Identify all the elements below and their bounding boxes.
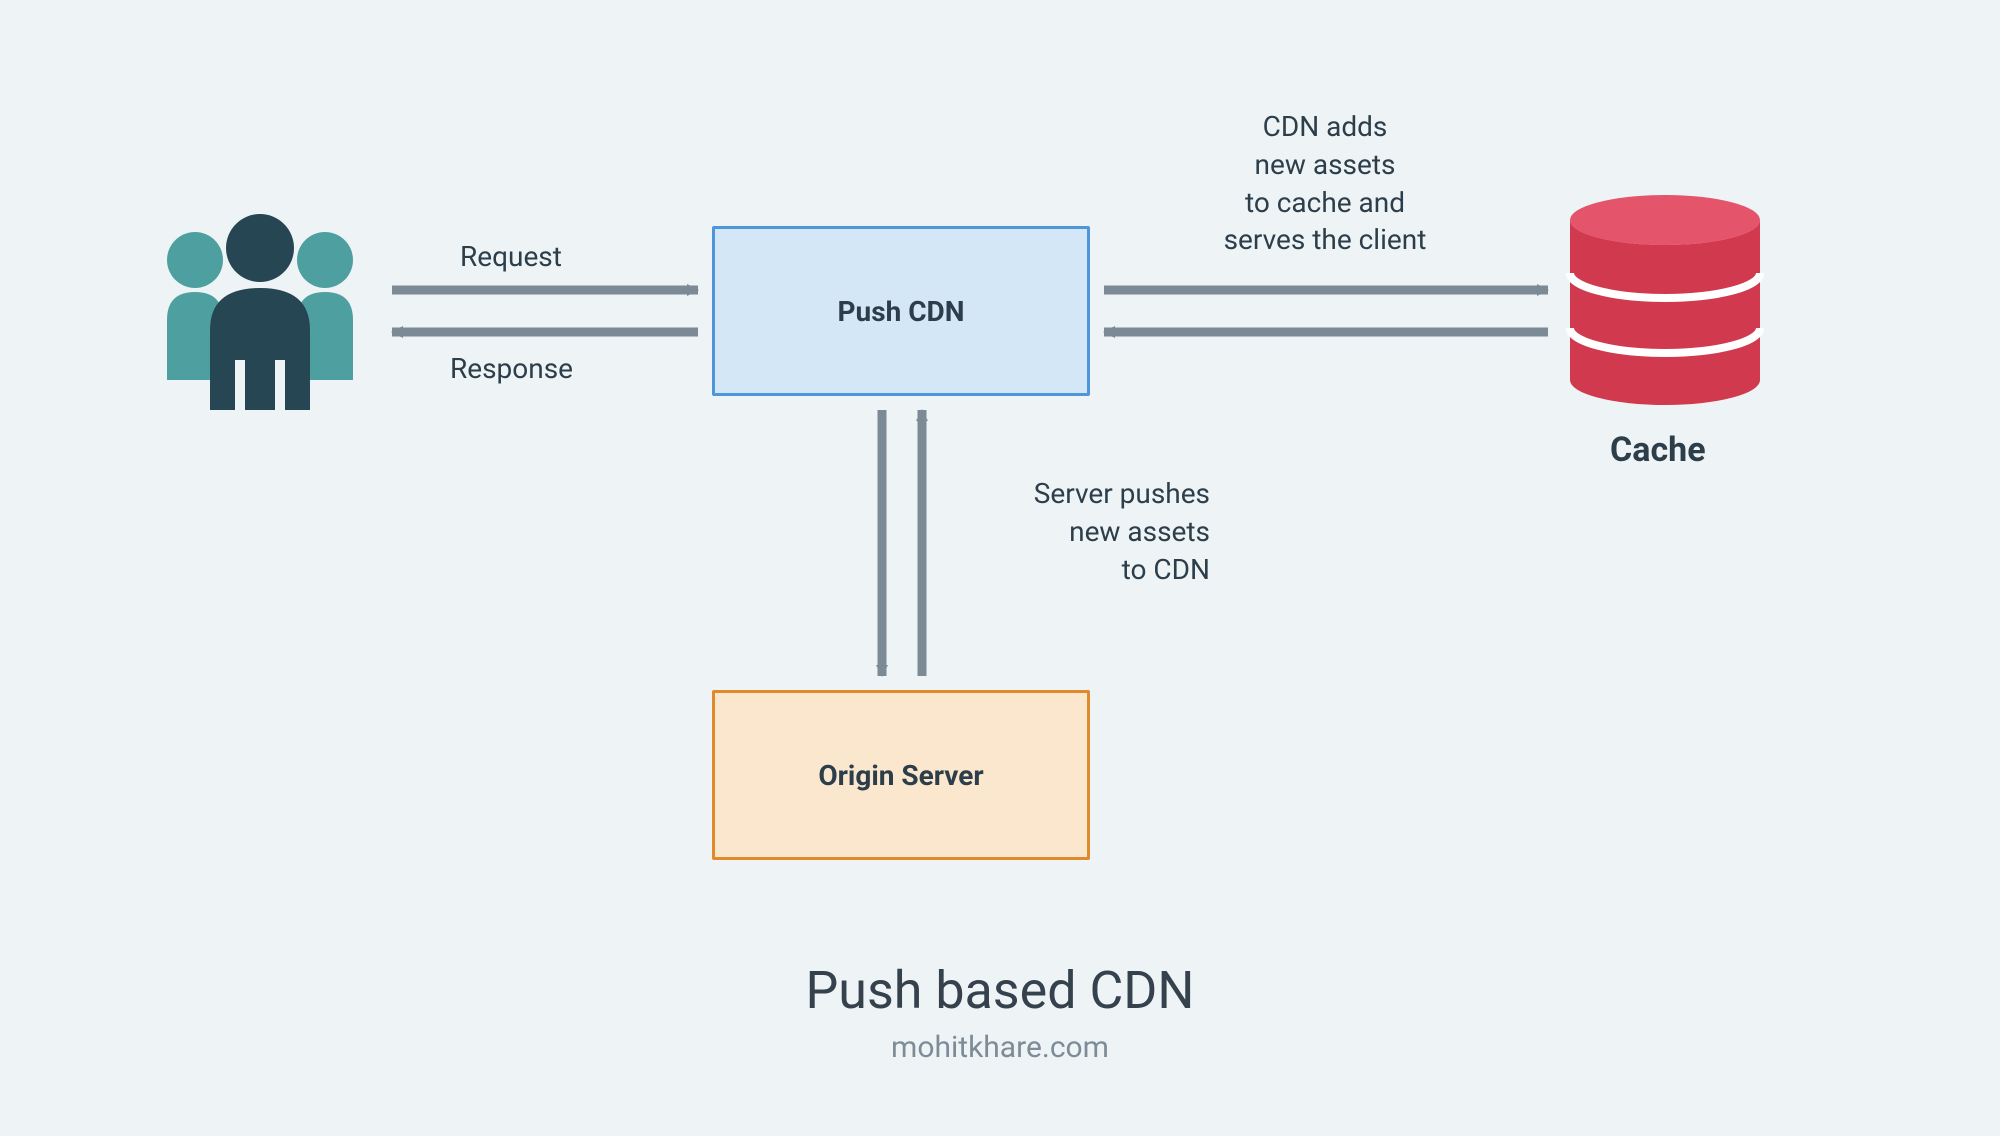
cdn-adds-label: CDN adds new assets to cache and serves …: [1110, 108, 1540, 259]
push-cdn-label: Push CDN: [837, 295, 964, 328]
origin-server-label: Origin Server: [818, 759, 983, 792]
push-cdn-node: Push CDN: [712, 226, 1090, 396]
request-label: Request: [460, 238, 562, 276]
diagram-title: Push based CDN: [0, 960, 2000, 1021]
cache-label: Cache: [1610, 430, 1706, 470]
response-label: Response: [450, 350, 573, 388]
diagram-stage: Push CDN Origin Server Cache: [0, 0, 2000, 1136]
origin-server-node: Origin Server: [712, 690, 1090, 860]
server-pushes-label: Server pushes new assets to CDN: [950, 475, 1210, 588]
diagram-subtitle: mohitkhare.com: [0, 1030, 2000, 1065]
